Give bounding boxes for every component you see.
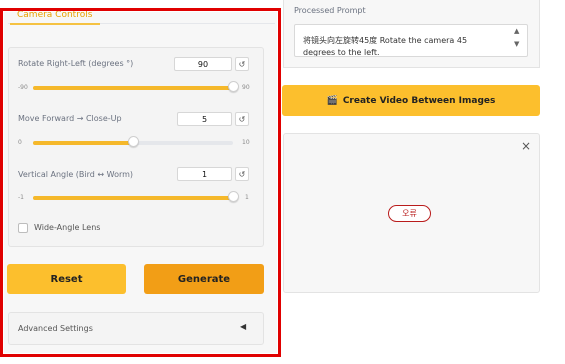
close-icon[interactable]: × [521,139,531,153]
error-badge: 오류 [388,205,431,222]
clapper-icon: 🎬 [326,95,338,106]
scroll-down-icon[interactable]: ▼ [514,40,519,48]
scroll-up-icon[interactable]: ▲ [514,27,519,35]
create-video-label: Create Video Between Images [342,95,496,106]
processed-prompt-text: 将镜头向左旋转45度 Rotate the camera 45 degrees … [303,36,468,57]
create-video-button[interactable]: 🎬 Create Video Between Images [282,85,540,116]
highlight-frame [0,8,281,357]
processed-prompt-textarea[interactable]: 将镜头向左旋转45度 Rotate the camera 45 degrees … [294,24,528,57]
processed-prompt-label: Processed Prompt [294,6,366,15]
